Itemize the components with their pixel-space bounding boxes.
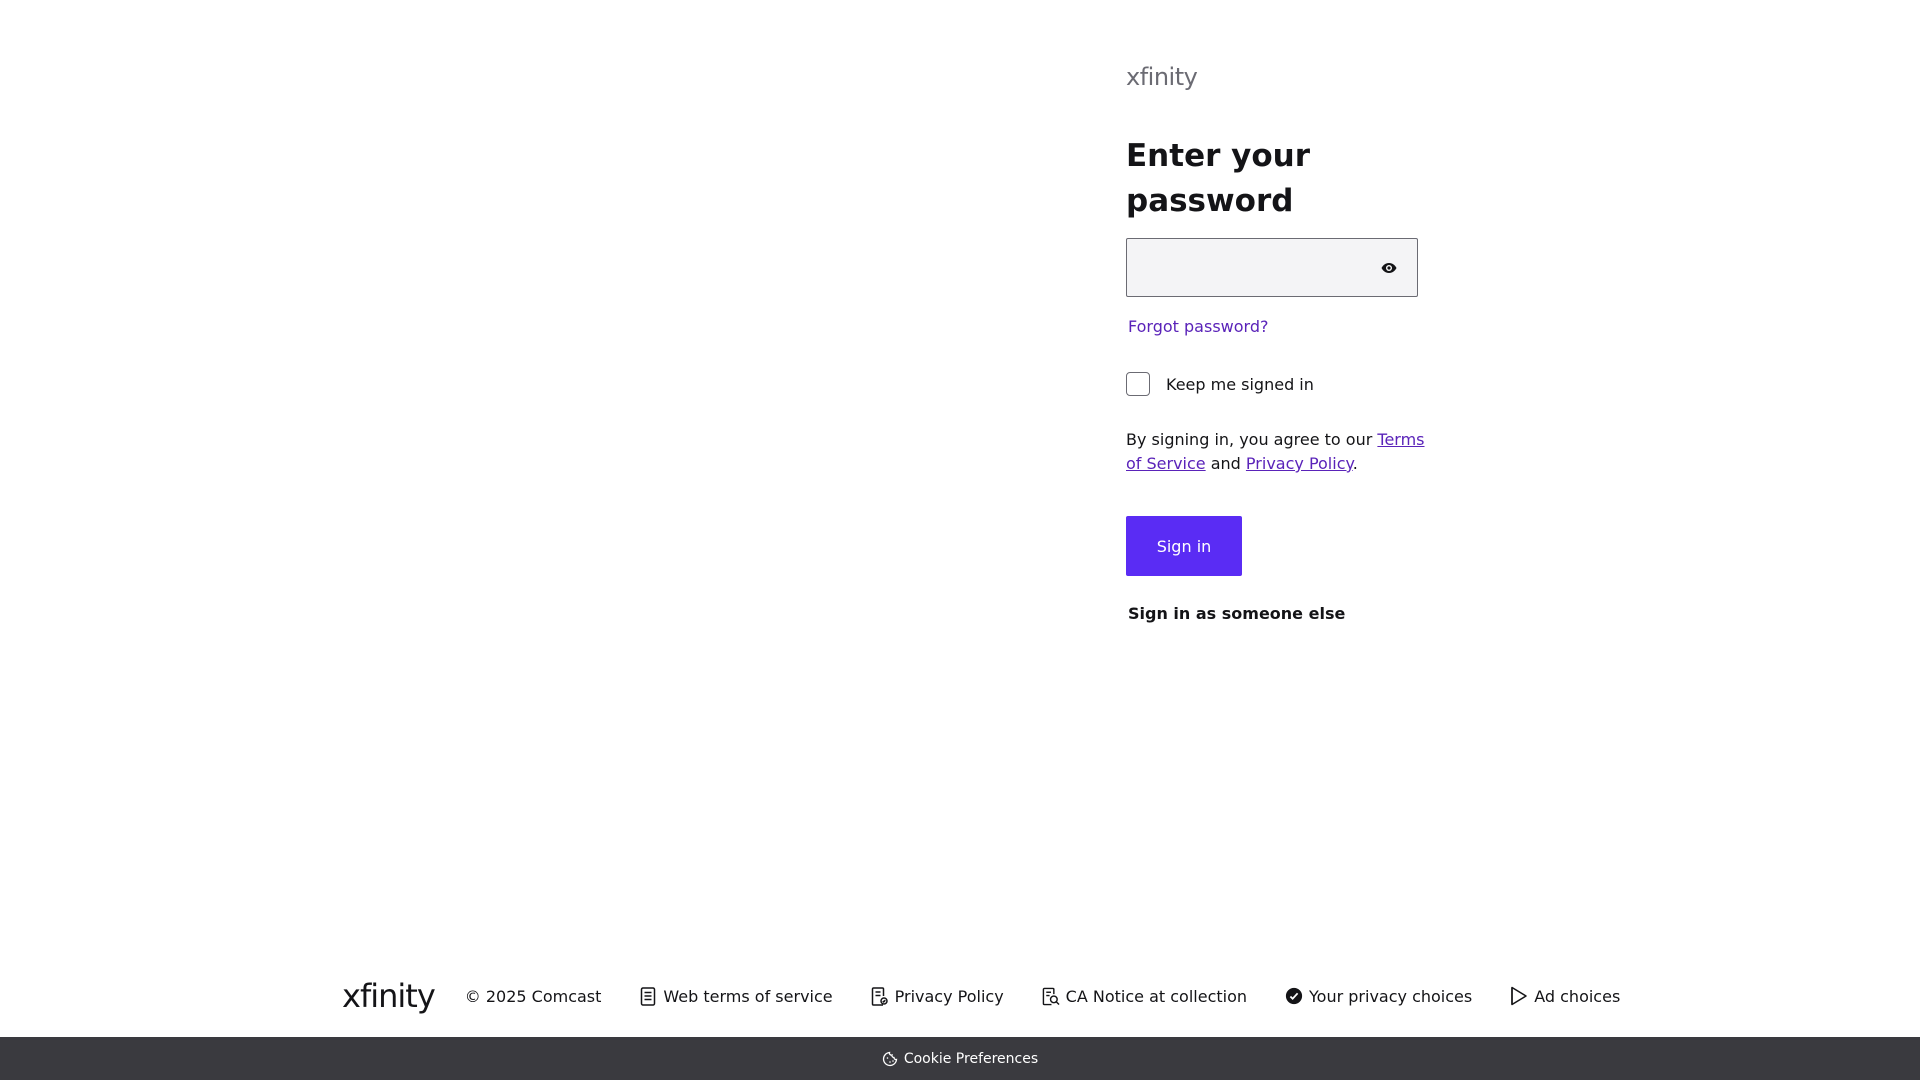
legal-suffix: .: [1352, 454, 1358, 473]
cookie-preferences-label: Cookie Preferences: [903, 1050, 1039, 1067]
footer-link-web-terms[interactable]: Web terms of service: [639, 986, 833, 1006]
sign-in-button[interactable]: Sign in: [1126, 516, 1242, 576]
footer-link-privacy-choices[interactable]: Your privacy choices: [1285, 986, 1472, 1006]
sign-in-as-someone-else-link[interactable]: Sign in as someone else: [1128, 604, 1345, 623]
legal-and: and: [1205, 454, 1246, 473]
page-title: Enter your password: [1126, 138, 1311, 219]
cookie-bar: Cookie Preferences: [0, 1037, 1920, 1080]
sign-in-page: xfinity Enter your password Forgot passw…: [0, 0, 1920, 1080]
password-input[interactable]: [1127, 239, 1417, 296]
keep-signed-in-row: Keep me signed in: [1126, 372, 1426, 396]
forgot-password-link[interactable]: Forgot password?: [1128, 317, 1268, 336]
privacy-policy-link[interactable]: Privacy Policy: [1246, 454, 1353, 473]
footer-link-ad-choices[interactable]: Ad choices: [1510, 986, 1620, 1006]
keep-signed-in-label[interactable]: Keep me signed in: [1166, 375, 1314, 394]
footer: xfinity © 2025 Comcast Web terms of serv…: [342, 978, 1620, 1014]
ad-choices-icon: [1510, 986, 1528, 1006]
cookie-preferences-button[interactable]: Cookie Preferences: [882, 1051, 1038, 1067]
password-field-container: [1126, 238, 1418, 297]
footer-link-label: CA Notice at collection: [1065, 986, 1248, 1006]
xfinity-logo: xfinity: [1126, 63, 1198, 91]
footer-xfinity-logo[interactable]: xfinity: [342, 978, 436, 1014]
footer-link-label: Web terms of service: [663, 986, 833, 1006]
copyright: © 2025 Comcast: [464, 986, 602, 1006]
keep-signed-in-checkbox[interactable]: [1126, 372, 1150, 396]
document-search-icon: [1042, 986, 1060, 1006]
sign-in-panel: xfinity Enter your password Forgot passw…: [1126, 62, 1426, 623]
footer-link-label: Ad choices: [1534, 986, 1621, 1006]
document-icon: [639, 986, 657, 1006]
footer-link-privacy-policy[interactable]: Privacy Policy: [871, 986, 1004, 1006]
legal-prefix: By signing in, you agree to our: [1126, 430, 1378, 449]
eye-icon[interactable]: [1379, 258, 1399, 278]
footer-link-label: Your privacy choices: [1309, 986, 1473, 1006]
cookie-icon: [882, 1051, 898, 1067]
privacy-toggle-icon: [1285, 986, 1303, 1006]
policy-document-icon: [871, 986, 889, 1006]
footer-link-ca-notice[interactable]: CA Notice at collection: [1042, 986, 1247, 1006]
legal-notice: By signing in, you agree to our Terms of…: [1126, 428, 1426, 476]
footer-link-label: Privacy Policy: [894, 986, 1004, 1006]
